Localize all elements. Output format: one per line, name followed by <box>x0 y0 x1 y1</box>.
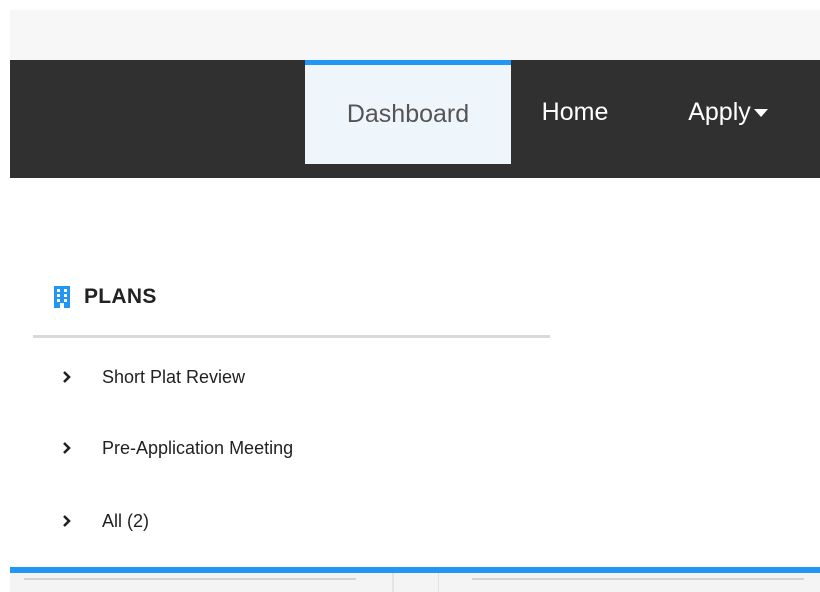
plan-link-all[interactable]: All (2) <box>62 507 149 535</box>
nav-apply-label: Apply <box>688 97 751 126</box>
nav-home-label: Home <box>541 97 609 126</box>
section-divider <box>33 335 550 338</box>
nav-apply-dropdown[interactable]: Apply <box>666 60 790 164</box>
bottom-divider-right <box>472 578 804 580</box>
nav-home[interactable]: Home <box>530 60 620 164</box>
top-strip <box>10 10 820 60</box>
plan-link-pre-application-meeting[interactable]: Pre-Application Meeting <box>62 434 293 462</box>
chevron-right-icon <box>63 442 71 454</box>
plans-title: PLANS <box>84 285 157 308</box>
bottom-column-divider <box>438 573 439 592</box>
plan-link-label: Pre-Application Meeting <box>102 437 294 458</box>
bottom-divider-left <box>24 578 356 580</box>
caret-down-icon <box>753 109 768 117</box>
chevron-right-icon <box>63 371 71 383</box>
plan-link-label: All (2) <box>102 510 150 531</box>
plans-section-header: PLANS <box>54 282 157 312</box>
main-navbar: Dashboard Home Apply <box>10 60 820 178</box>
building-icon <box>54 286 70 308</box>
bottom-column-divider <box>392 573 394 592</box>
bottom-panel <box>10 573 820 592</box>
plan-link-label: Short Plat Review <box>102 366 246 387</box>
page: Dashboard Home Apply PLANS Short Plat Re… <box>0 0 820 592</box>
plan-link-short-plat-review[interactable]: Short Plat Review <box>62 363 245 391</box>
nav-dashboard[interactable]: Dashboard <box>305 60 511 164</box>
chevron-right-icon <box>63 515 71 527</box>
nav-dashboard-label: Dashboard <box>346 100 470 128</box>
